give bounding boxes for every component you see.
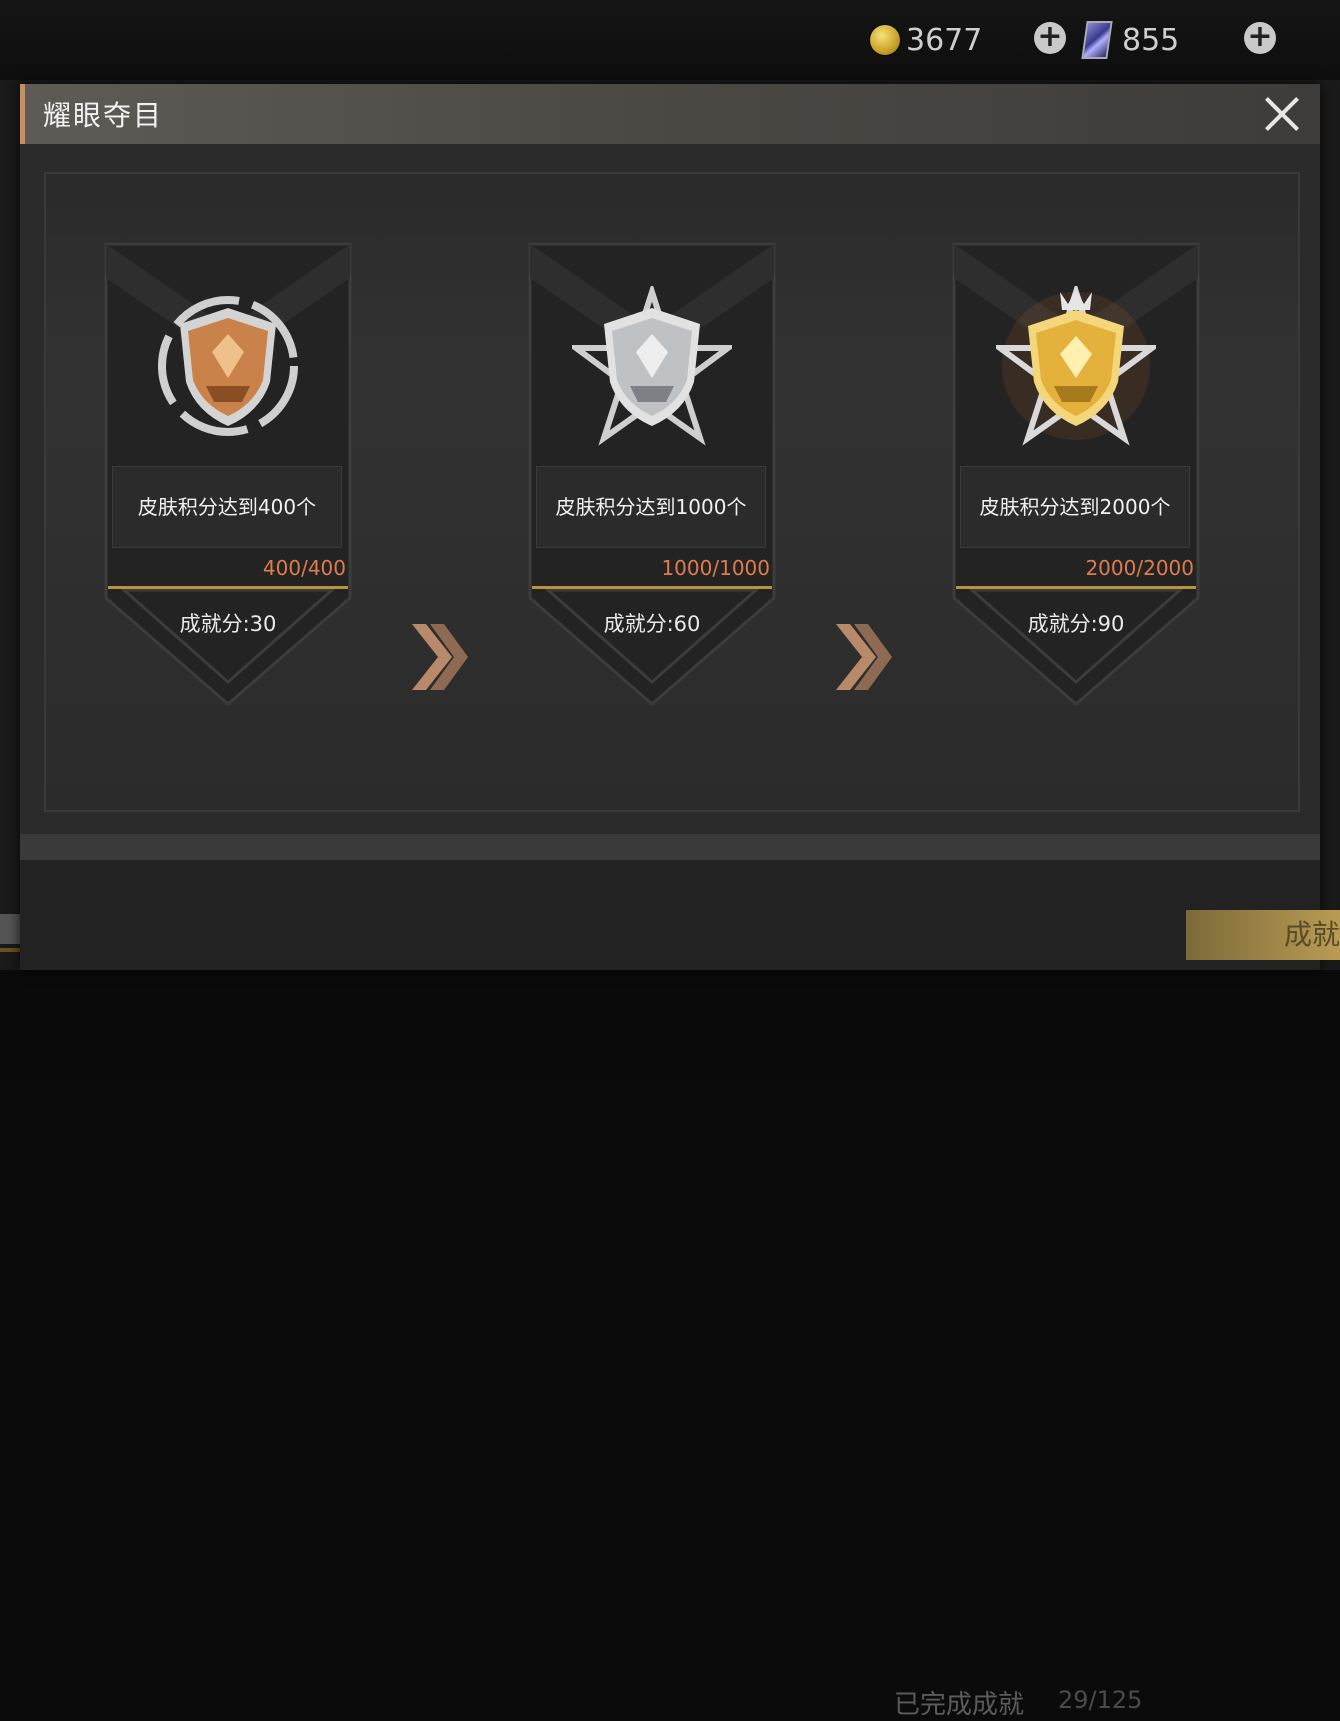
- top-bar: 3677 + 855 +: [0, 0, 1340, 80]
- modal-footer: 已完成成就 29/125: [20, 860, 1320, 1720]
- shield-medal-icon: [572, 286, 732, 446]
- close-icon[interactable]: [1262, 94, 1302, 134]
- task-progress: 400/400: [262, 556, 346, 580]
- progress-bar: [956, 586, 1196, 589]
- coin-amount: 3677: [906, 22, 983, 58]
- achievement-score: 成就分:90: [1027, 612, 1125, 636]
- achievement-card-gold: 皮肤积分达到2000个 2000/2000 成就分:90: [952, 238, 1200, 708]
- card-amount: 855: [1122, 22, 1180, 58]
- achievement-modal: 耀眼夺目 皮肤积分达到400个 400/400 成就分:30 皮肤积分达到100…: [20, 84, 1320, 1720]
- task-description: 皮肤积分达到1000个: [536, 466, 766, 548]
- completed-achievements-count: 29/125: [1058, 1686, 1143, 1714]
- coin-icon: [870, 25, 900, 55]
- card-icon: [1081, 21, 1113, 59]
- modal-header: 耀眼夺目: [20, 84, 1320, 144]
- task-progress: 1000/1000: [661, 556, 770, 580]
- achievement-action-label: 成就: [1283, 918, 1340, 951]
- progress-bar: [108, 586, 348, 589]
- shield-medal-icon: [996, 286, 1156, 446]
- background-bottom: [0, 970, 1340, 1080]
- double-chevron-right-icon: [836, 624, 892, 690]
- task-description: 皮肤积分达到400个: [112, 466, 342, 548]
- achievement-action-button[interactable]: 成就: [1186, 910, 1340, 960]
- achievement-card-silver: 皮肤积分达到1000个 1000/1000 成就分:60: [528, 238, 776, 708]
- progress-bar: [532, 586, 772, 589]
- achievement-tiers-panel: 皮肤积分达到400个 400/400 成就分:30 皮肤积分达到1000个 10…: [44, 172, 1300, 812]
- coin-balance: 3677: [870, 18, 982, 62]
- modal-footer-strip: [20, 834, 1320, 860]
- achievement-score: 成就分:60: [603, 612, 701, 636]
- shield-medal-icon: [158, 296, 298, 436]
- add-coins-button[interactable]: +: [1034, 22, 1066, 54]
- double-chevron-right-icon: [412, 624, 468, 690]
- add-cards-button[interactable]: +: [1244, 22, 1276, 54]
- completed-achievements-label: 已完成成就: [894, 1690, 1025, 1720]
- card-balance: 855: [1081, 18, 1180, 62]
- task-progress: 2000/2000: [1085, 556, 1194, 580]
- achievement-card-bronze: 皮肤积分达到400个 400/400 成就分:30: [104, 238, 352, 708]
- achievement-score: 成就分:30: [179, 612, 277, 636]
- modal-title: 耀眼夺目: [43, 99, 164, 132]
- task-description: 皮肤积分达到2000个: [960, 466, 1190, 548]
